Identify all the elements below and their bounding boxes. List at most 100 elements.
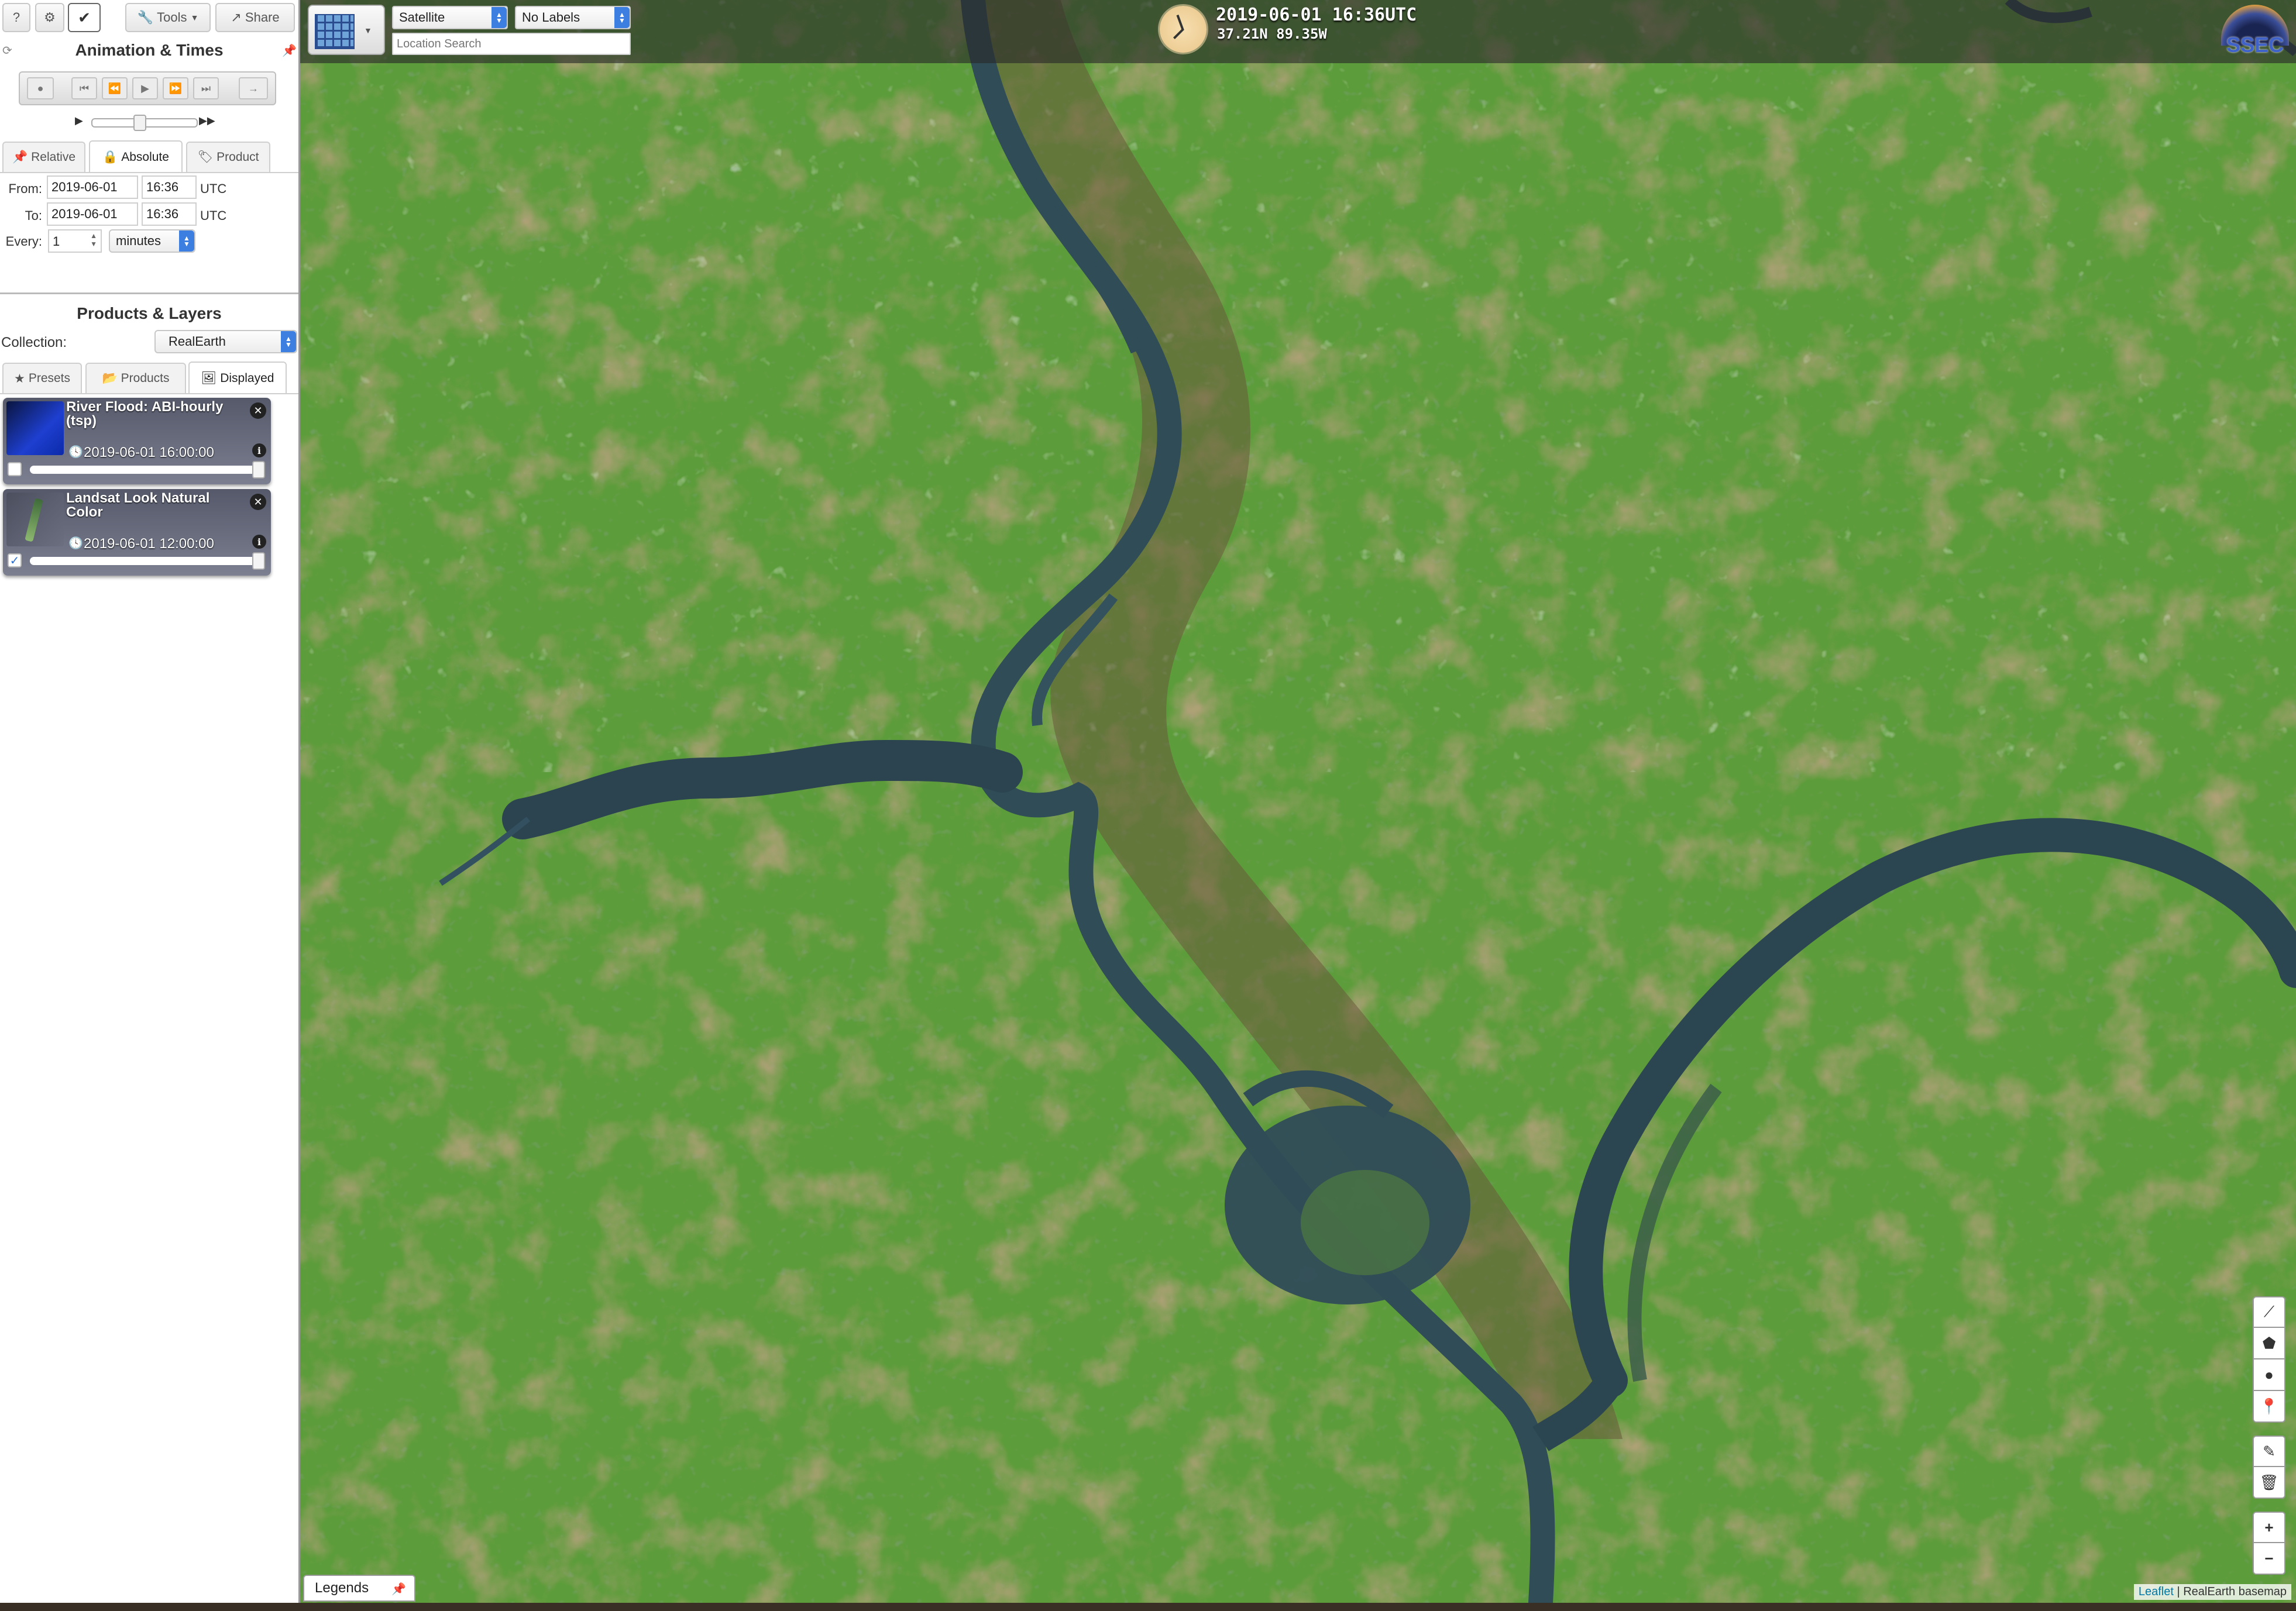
share-label: Share [245,10,280,25]
zoom-out-button[interactable]: − [2253,1543,2285,1575]
select-arrows-icon: ▲ ▼ [281,331,296,352]
edit-layers-button[interactable]: ✎ [2253,1436,2285,1467]
map-view[interactable] [300,0,2296,1603]
from-time-input[interactable] [142,175,197,199]
draw-polyline-button[interactable]: ⟋ [2253,1296,2285,1328]
opacity-slider-handle[interactable] [252,552,265,570]
layer-visibility-checkbox[interactable] [8,462,22,476]
play-button[interactable]: ▶ [132,77,158,99]
select-arrows-icon: ▲ ▼ [491,7,507,28]
tab-presets-label: Presets [28,371,71,385]
info-icon[interactable]: i [252,535,266,549]
caret-down-icon: ▼ [190,13,199,22]
landsat-swath-image [25,498,43,542]
zoom-in-button[interactable]: + [2253,1512,2285,1543]
tab-relative[interactable]: 📌 Relative [2,142,85,172]
layer-visibility-checkbox[interactable]: ✓ [8,553,22,567]
image-icon: 🖼 [201,371,217,385]
opacity-slider-handle[interactable] [252,461,265,479]
map-attribution: Leaflet | RealEarth basemap [2133,1584,2291,1600]
map-marker-icon: 📍 [2259,1397,2279,1415]
caret-down-icon: ▼ [364,26,372,35]
products-title: Products & Layers [77,304,222,322]
legends-label: Legends [315,1580,369,1596]
layer-time: 2019-06-01 16:00:00 [84,445,214,460]
basemap-value: Satellite [399,10,445,25]
step-forward-button[interactable]: ⏩ [163,77,188,99]
from-date-input[interactable] [47,175,138,199]
layer-thumbnail [6,401,64,455]
labels-select[interactable]: No Labels ▲ ▼ [515,6,631,29]
close-icon[interactable]: ✕ [250,402,266,419]
tab-products-label: Products [121,371,170,385]
tab-relative-label: Relative [31,150,76,164]
pin-icon[interactable]: 📌 [282,43,297,58]
export-button[interactable]: → [239,77,268,99]
tab-products[interactable]: 📂 Products [85,363,186,393]
help-label: ? [12,10,20,25]
lock-icon: 🔒 [102,150,118,164]
draw-circle-button[interactable]: ● [2253,1359,2285,1391]
zoom-in-label: + [2264,1518,2274,1536]
close-icon[interactable]: ✕ [250,494,266,510]
legends-button[interactable]: Legends 📌 [303,1575,415,1602]
tag-icon: 🏷 [197,150,214,164]
tab-absolute[interactable]: 🔒 Absolute [89,140,183,173]
check-button[interactable]: ✔ [68,3,101,32]
collection-select[interactable]: RealEarth ▲ ▼ [154,330,297,353]
loop-button[interactable]: ● [27,77,54,99]
clock-icon: 🕓 [68,537,83,550]
share-button[interactable]: ↗ Share [215,3,295,32]
info-icon[interactable]: i [252,443,266,457]
basemap-switcher-button[interactable]: ▼ [308,5,385,55]
draw-marker-button[interactable]: 📍 [2253,1391,2285,1423]
map-datetime: 2019-06-01 16:36UTC [1216,5,1417,25]
last-frame-button[interactable]: ⏭ [193,77,219,99]
opacity-slider[interactable] [30,461,265,479]
step-back-button[interactable]: ⏪ [102,77,128,99]
location-search-input[interactable] [392,33,631,55]
wrench-icon: 🔧 [137,10,153,25]
stepper-arrows-icon[interactable]: ▲ ▼ [90,232,97,248]
line-icon: ⟋ [2263,1303,2275,1320]
rewind-icon: ⏪ [108,82,122,94]
to-label: To: [25,208,42,223]
skip-forward-icon: ⏭ [201,82,211,94]
tab-divider [0,172,298,173]
tab-presets[interactable]: ★ Presets [2,363,82,393]
layer-card-river-flood[interactable]: River Flood: ABI-hourly (tsp) ✕ 🕓 2019-0… [3,398,271,484]
from-tz: UTC [200,181,227,196]
star-icon: ★ [13,371,25,385]
tools-label: Tools [157,10,187,25]
first-frame-button[interactable]: ⏮ [71,77,97,99]
checkmark-icon: ✔ [78,8,91,26]
help-button[interactable]: ? [2,3,30,32]
skip-back-icon: ⏮ [79,82,90,94]
map-coordinates: 37.21N 89.35W [1217,26,1327,42]
to-date-input[interactable] [47,202,138,226]
gear-icon: ⚙ [44,10,56,25]
leaflet-link[interactable]: Leaflet [2139,1585,2174,1598]
delete-layers-button[interactable]: 🗑 [2253,1467,2285,1499]
to-time-input[interactable] [142,202,197,226]
speed-slider-handle[interactable] [133,115,146,131]
speed-slider[interactable] [91,115,198,131]
opacity-slider[interactable] [30,552,265,570]
circle-icon: ● [2264,1365,2274,1383]
collection-label: Collection: [1,335,67,350]
tab-product[interactable]: 🏷 Product [186,142,270,172]
select-arrows-icon: ▲ ▼ [614,7,630,28]
draw-polygon-button[interactable]: ⬟ [2253,1328,2285,1359]
basemap-select[interactable]: Satellite ▲ ▼ [392,6,508,29]
tab-divider [0,393,298,394]
settings-button[interactable]: ⚙ [35,3,64,32]
trash-icon: 🗑 [2259,1473,2279,1491]
ssec-logo[interactable]: SSEC [2218,5,2292,61]
satellite-imagery [300,0,2296,1603]
every-stepper[interactable]: 1 ▲ ▼ [48,229,102,253]
tools-button[interactable]: 🔧 Tools ▼ [125,3,211,32]
every-unit-select[interactable]: minutes ▲ ▼ [109,229,195,253]
labels-value: No Labels [522,10,580,25]
layer-card-landsat[interactable]: Landsat Look Natural Color ✕ 🕓 2019-06-0… [3,489,271,576]
tab-displayed[interactable]: 🖼 Displayed [188,362,287,394]
